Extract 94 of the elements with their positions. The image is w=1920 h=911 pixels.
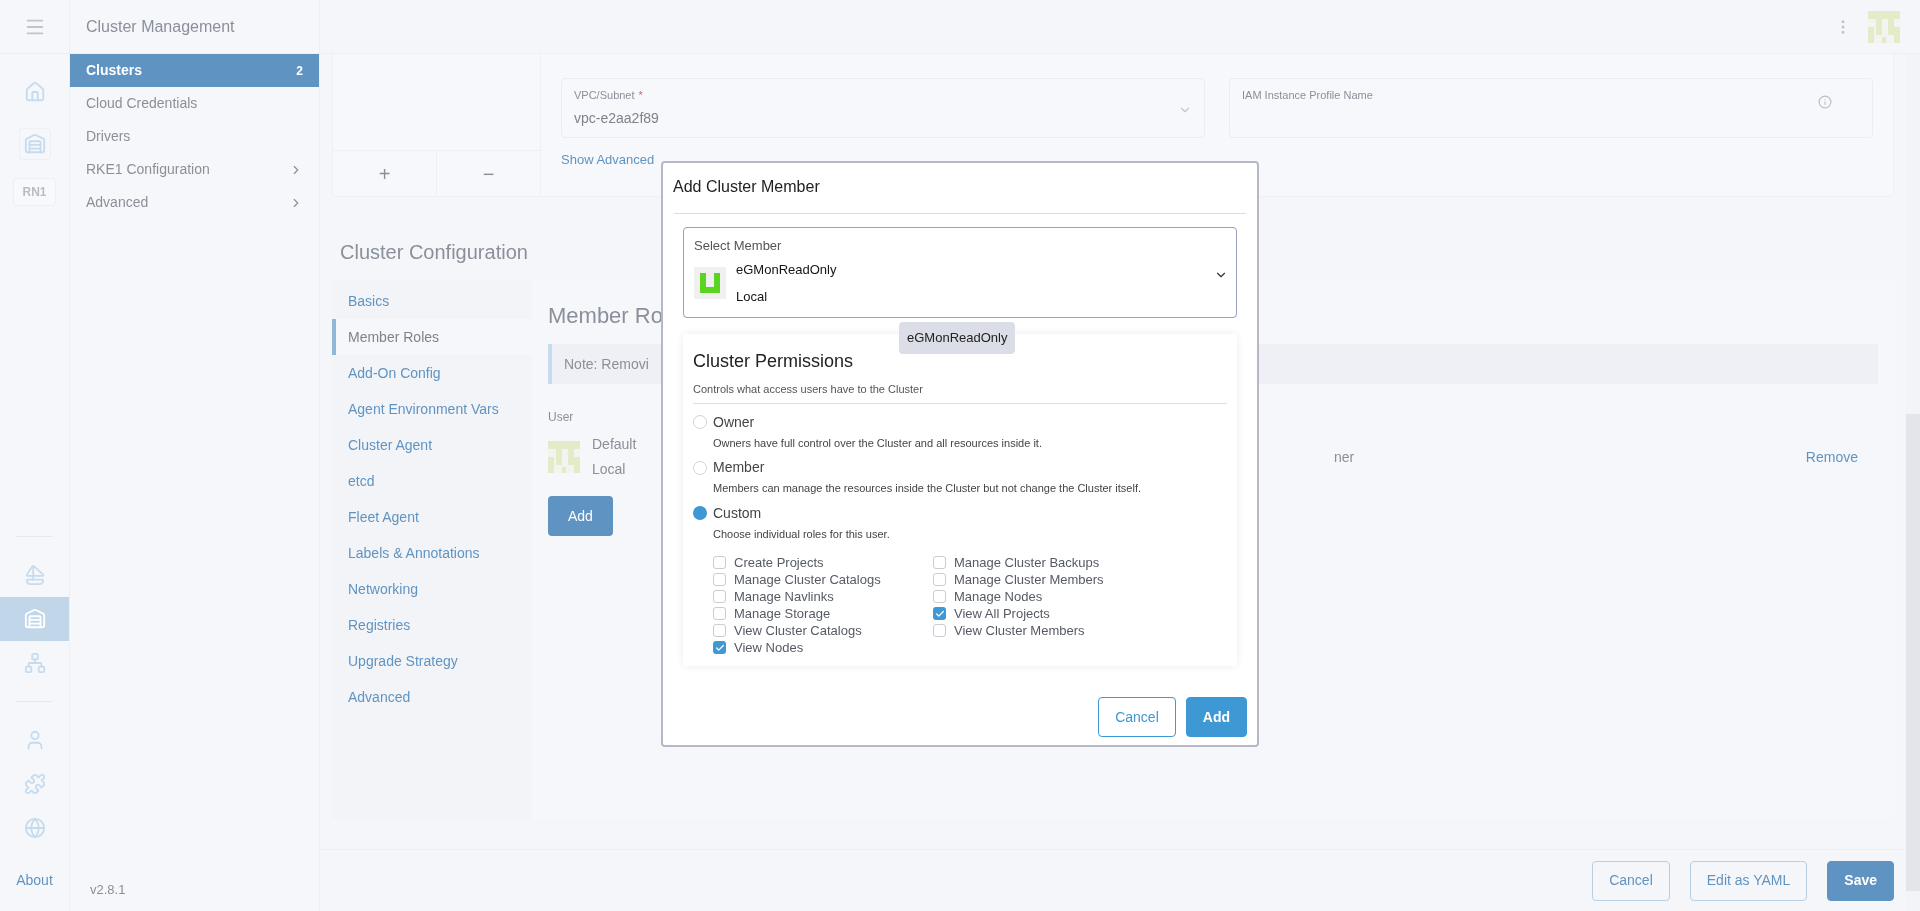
dialog-title: Add Cluster Member bbox=[673, 177, 821, 197]
checkbox-label: View Cluster Members bbox=[954, 621, 1085, 640]
add-button[interactable]: Add bbox=[548, 496, 613, 536]
about-link[interactable]: About bbox=[0, 850, 69, 911]
config-tab[interactable]: Labels & Annotations bbox=[332, 535, 532, 571]
check-icon bbox=[934, 608, 945, 619]
tooltip: eGMonReadOnly bbox=[899, 322, 1016, 354]
sailboat-icon bbox=[23, 564, 46, 586]
checkbox-label: Manage Cluster Catalogs bbox=[734, 570, 881, 589]
permissions-title: Cluster Permissions bbox=[693, 350, 855, 373]
checkbox[interactable] bbox=[713, 590, 726, 603]
count-label: 2 bbox=[296, 62, 303, 80]
select-label: Select Member bbox=[694, 237, 783, 255]
panel-title: Member Ro bbox=[548, 302, 663, 330]
radio-button[interactable] bbox=[693, 460, 707, 475]
config-tab[interactable]: Agent Environment Vars bbox=[332, 391, 532, 427]
checkbox-label: Manage Cluster Members bbox=[954, 570, 1104, 589]
checkbox-label: Create Projects bbox=[734, 553, 824, 572]
checkbox[interactable] bbox=[933, 590, 946, 603]
member-name: Default bbox=[592, 435, 637, 454]
config-tab[interactable]: etcd bbox=[332, 463, 532, 499]
show-advanced-link[interactable]: Show Advanced bbox=[561, 150, 655, 170]
check-icon bbox=[714, 642, 725, 653]
config-tab[interactable]: Basics bbox=[332, 283, 532, 319]
checkbox[interactable] bbox=[713, 624, 726, 637]
option-description: Owners have full control over the Cluster and all resources inside it. bbox=[712, 435, 1043, 451]
nav-item[interactable]: Drivers bbox=[70, 120, 319, 153]
config-tab[interactable]: Advanced bbox=[332, 679, 532, 715]
footer-button[interactable]: Cancel bbox=[1592, 860, 1670, 901]
checkbox[interactable] bbox=[933, 573, 946, 586]
info-icon bbox=[1818, 95, 1832, 109]
add-button[interactable]: Add bbox=[1185, 697, 1247, 737]
section-title: Cluster Configuration bbox=[340, 240, 528, 265]
config-tab[interactable]: Cluster Agent bbox=[332, 427, 532, 463]
config-tab[interactable]: Upgrade Strategy bbox=[332, 643, 532, 679]
nav-item[interactable]: Cloud Credentials bbox=[70, 87, 319, 120]
field-label: VPC/Subnet bbox=[574, 88, 635, 103]
footer-button[interactable]: Edit as YAML bbox=[1689, 860, 1808, 901]
checkbox-label: View Cluster Catalogs bbox=[734, 621, 862, 640]
rail-button[interactable] bbox=[0, 597, 69, 641]
checkbox-label: View All Projects bbox=[954, 604, 1050, 623]
puzzle-icon bbox=[23, 773, 46, 795]
cancel-button[interactable]: Cancel bbox=[1098, 697, 1176, 737]
radio-label: Member bbox=[713, 458, 765, 477]
remove-button[interactable]: − bbox=[437, 151, 540, 196]
field-label: IAM Instance Profile Name bbox=[1242, 88, 1373, 103]
field-value: vpc-e2aa2f89 bbox=[574, 108, 659, 128]
add-button[interactable]: + bbox=[333, 151, 437, 196]
radio-button[interactable] bbox=[693, 415, 707, 429]
config-tab[interactable]: Add-On Config bbox=[332, 355, 532, 391]
user-avatar bbox=[694, 267, 726, 299]
config-tab[interactable]: Registries bbox=[332, 607, 532, 643]
checkbox-label: Manage Storage bbox=[734, 604, 831, 623]
form-field[interactable]: IAM Instance Profile Name bbox=[1229, 78, 1873, 138]
checkbox-label: Manage Cluster Backups bbox=[954, 553, 1100, 572]
network-icon bbox=[23, 652, 46, 674]
form-field[interactable]: VPC/Subnet * vpc-e2aa2f89 bbox=[561, 78, 1205, 138]
save-button[interactable]: Save bbox=[1827, 860, 1894, 901]
nav-item[interactable]: Advanced bbox=[70, 186, 319, 219]
member-role: ner bbox=[1334, 447, 1355, 467]
member-provider: Local bbox=[736, 288, 769, 306]
config-tab[interactable]: Networking bbox=[332, 571, 532, 607]
user-avatar bbox=[1868, 10, 1900, 43]
option-description: Members can manage the resources inside the Cluster but not change the Cluster itself. bbox=[712, 481, 1142, 496]
checkbox[interactable] bbox=[933, 607, 946, 620]
checkbox[interactable] bbox=[713, 556, 726, 569]
member-select[interactable]: Select Member eGMonReadOnly Local bbox=[683, 227, 1237, 318]
home-icon bbox=[23, 81, 46, 103]
nav-item[interactable]: Clusters 2 bbox=[70, 54, 319, 87]
checkbox[interactable] bbox=[933, 624, 946, 637]
checkbox-label: View Nodes bbox=[734, 638, 804, 657]
checkbox[interactable] bbox=[713, 607, 726, 620]
column-label: User bbox=[548, 409, 574, 426]
checkbox-label: Manage Navlinks bbox=[734, 587, 834, 606]
nav-item[interactable]: RKE1 Configuration bbox=[70, 153, 319, 186]
user-avatar bbox=[548, 441, 580, 473]
permissions-subtitle: Controls what access users have to the Cluster bbox=[693, 381, 1227, 404]
option-description: Choose individual roles for this user. bbox=[712, 526, 891, 542]
remove-link[interactable]: Remove bbox=[1805, 446, 1858, 468]
checkbox[interactable] bbox=[713, 641, 726, 654]
cluster-badge[interactable]: RN1 bbox=[13, 178, 56, 206]
radio-label: Owner bbox=[713, 412, 755, 432]
globe-icon bbox=[23, 817, 46, 839]
member-name: eGMonReadOnly bbox=[736, 260, 837, 279]
radio-label: Custom bbox=[713, 503, 762, 523]
checkbox[interactable] bbox=[713, 573, 726, 586]
checkbox[interactable] bbox=[933, 556, 946, 569]
checkbox-label: Manage Nodes bbox=[954, 587, 1043, 606]
radio-button[interactable] bbox=[693, 506, 707, 520]
header-title: Cluster Management bbox=[86, 16, 235, 37]
member-provider: Local bbox=[592, 460, 626, 479]
version-text: v2.8.1 bbox=[89, 880, 127, 899]
config-tab[interactable]: Fleet Agent bbox=[332, 499, 532, 535]
required-mark: * bbox=[638, 88, 643, 103]
